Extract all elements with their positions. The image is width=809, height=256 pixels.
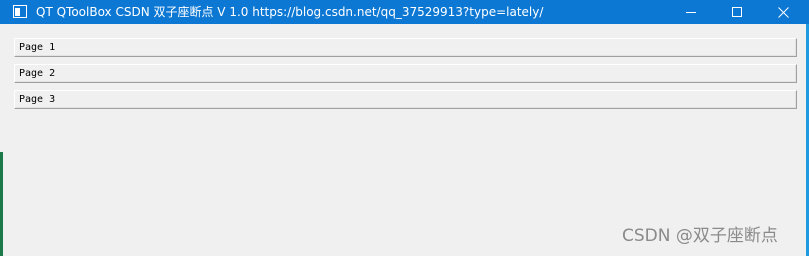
csdn-watermark: CSDN @双子座断点 <box>622 226 778 246</box>
close-icon <box>777 6 789 18</box>
toolbox-tab-page-2[interactable]: Page 2 <box>14 64 797 83</box>
minimize-icon <box>686 12 696 13</box>
close-button[interactable] <box>760 0 806 24</box>
maximize-icon <box>732 7 742 17</box>
maximize-button[interactable] <box>714 0 760 24</box>
title-bar[interactable]: QT QToolBox CSDN 双子座断点 V 1.0 https://blo… <box>0 0 809 24</box>
left-edge-accent <box>0 152 3 256</box>
window-title: QT QToolBox CSDN 双子座断点 V 1.0 https://blo… <box>36 5 544 19</box>
toolbox-tab-page-3[interactable]: Page 3 <box>14 90 797 109</box>
minimize-button[interactable] <box>668 0 714 24</box>
toolbox-tab-page-1[interactable]: Page 1 <box>14 38 797 57</box>
app-window: QT QToolBox CSDN 双子座断点 V 1.0 https://blo… <box>0 0 809 256</box>
toolbox: Page 1 Page 2 Page 3 <box>14 38 797 116</box>
app-icon <box>13 5 27 18</box>
